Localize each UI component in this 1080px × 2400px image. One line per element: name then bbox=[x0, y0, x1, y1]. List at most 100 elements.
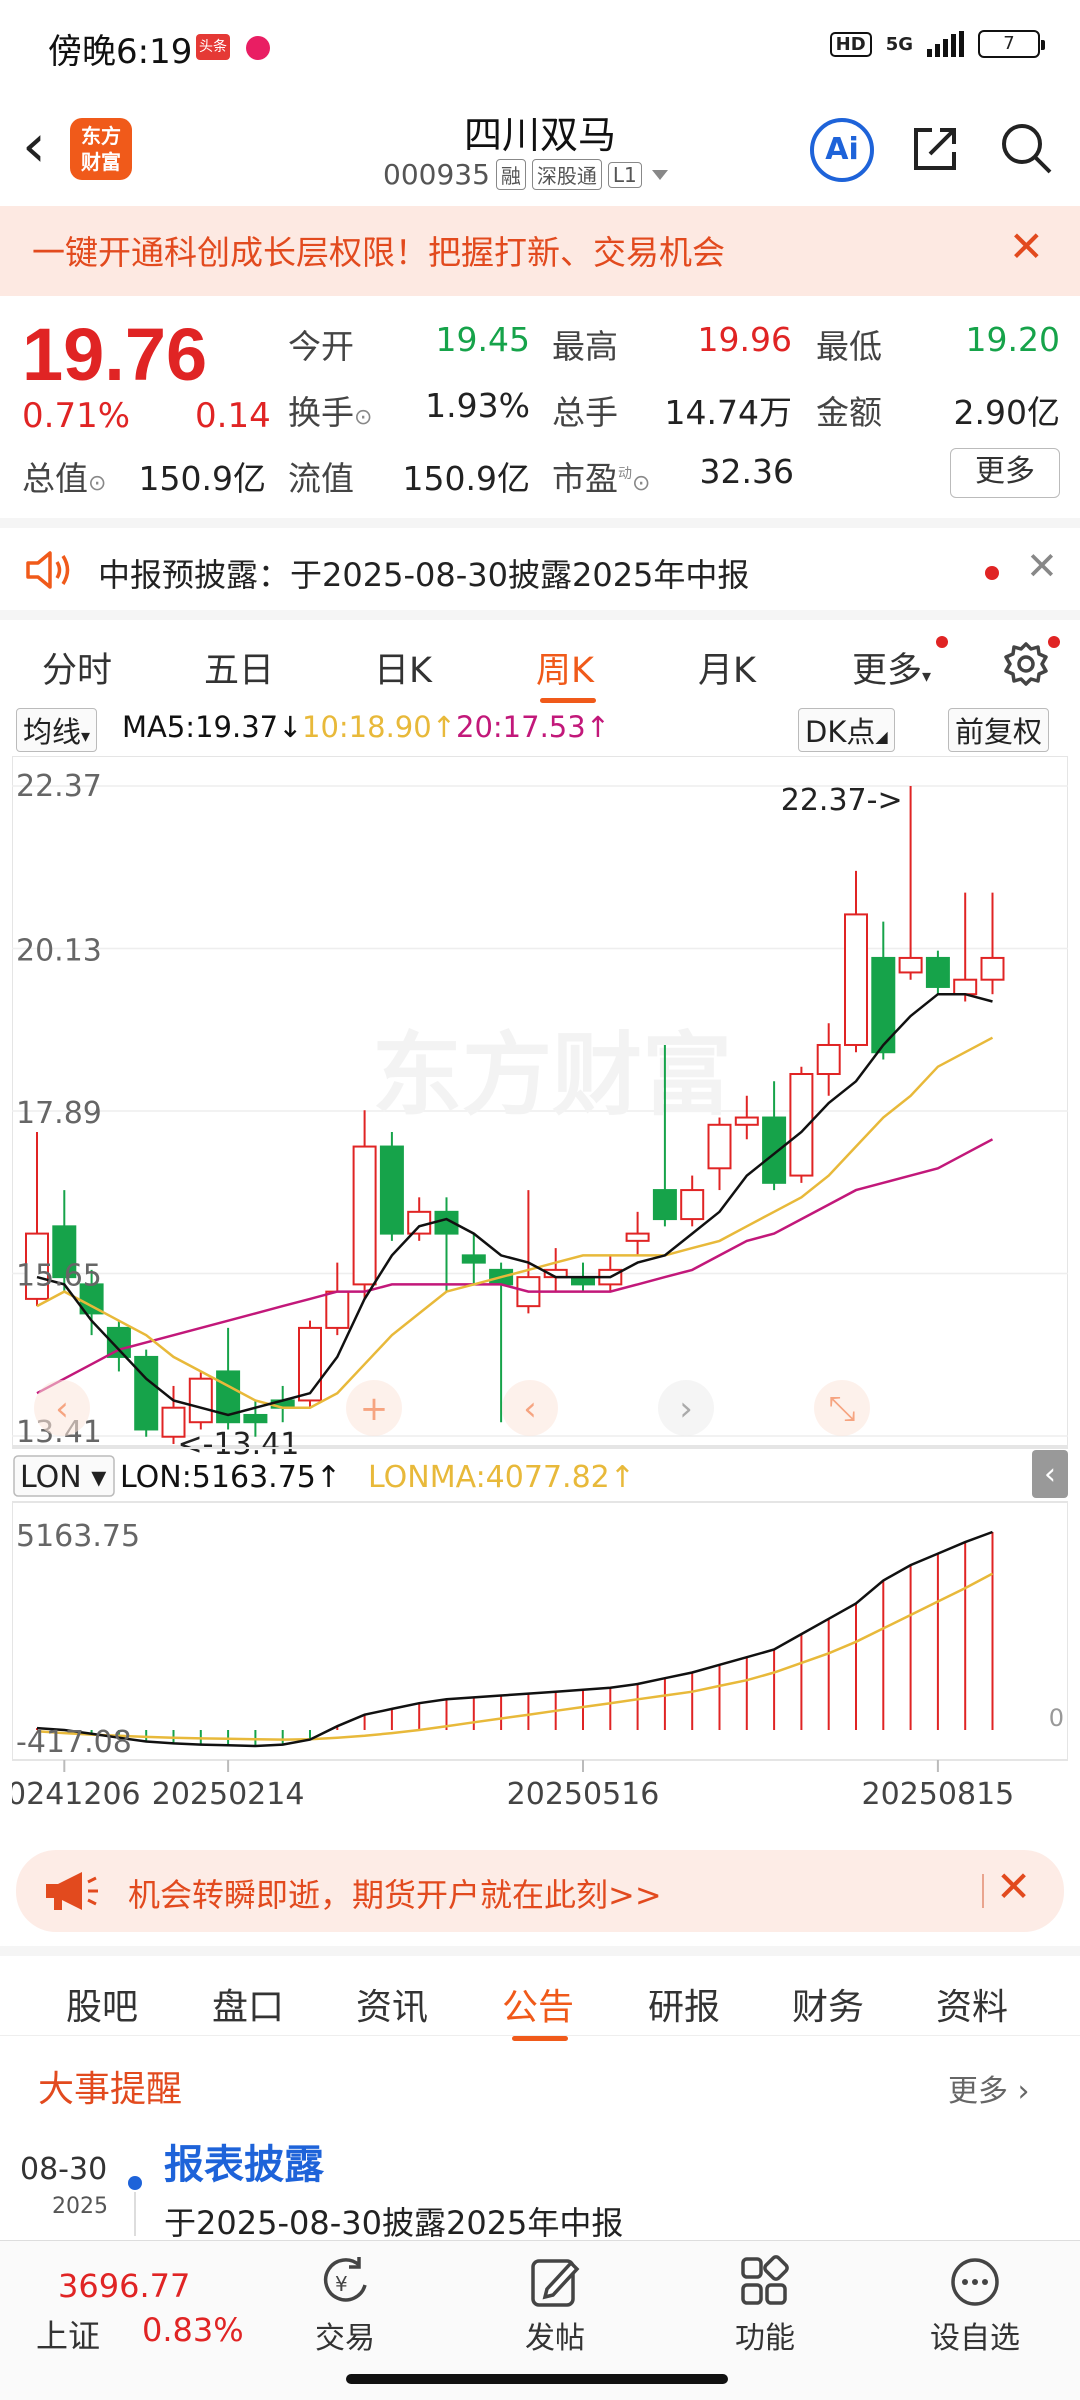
ma20-text: 20:17.53 bbox=[456, 710, 586, 744]
indicator-header: LON ▾ LON:5163.75↑ LONMA:4077.82↑ ‹ bbox=[12, 1447, 1068, 1498]
chart-control-glyph: ‹ bbox=[55, 1389, 69, 1429]
gear-icon[interactable] bbox=[1002, 640, 1050, 688]
label-pe[interactable]: 市盈动⊙ bbox=[552, 452, 650, 500]
price-axis-labels: 22.3720.1317.8915.6513.41 bbox=[16, 769, 102, 1450]
ma10-text: 10:18.90 bbox=[302, 710, 432, 744]
chart-control-glyph: › bbox=[679, 1389, 693, 1429]
tab-intraday[interactable]: 分时 bbox=[42, 642, 112, 693]
value-open: 19.45 bbox=[435, 320, 530, 359]
quote-more-button[interactable]: 更多 bbox=[950, 448, 1060, 498]
index-value[interactable]: 3696.77 bbox=[58, 2267, 190, 2305]
more-dots-icon bbox=[951, 2258, 999, 2306]
event-year: 2025 bbox=[52, 2194, 108, 2219]
indicator-axis-max: 5163.75 bbox=[16, 1519, 140, 1554]
date-axis: 20241206 20250214 20250516 20250815 bbox=[12, 1759, 1068, 1812]
timeline-line bbox=[134, 2192, 136, 2236]
value-amount: 2.90亿 bbox=[953, 393, 1060, 432]
events-more-link[interactable]: 更多 › bbox=[948, 2066, 1030, 2110]
tab-daily-k[interactable]: 日K bbox=[374, 642, 432, 693]
label-high: 最高 bbox=[552, 327, 618, 366]
label-turnover[interactable]: 换手⊙ bbox=[288, 386, 372, 434]
nav-post-label: 发帖 bbox=[525, 2321, 585, 2356]
close-icon[interactable]: ✕ bbox=[1009, 222, 1044, 271]
nav-post[interactable]: 发帖 bbox=[490, 2255, 620, 2357]
chart-control-button: ⤡ bbox=[814, 1380, 870, 1436]
lon-value-label: LON:5163.75↑ bbox=[120, 1460, 341, 1495]
event-title[interactable]: 报表披露 bbox=[164, 2132, 324, 2190]
candle-up bbox=[980, 956, 1005, 981]
candle-down bbox=[461, 1254, 486, 1264]
tab-orderbook[interactable]: 盘口 bbox=[212, 1978, 284, 2030]
close-icon[interactable]: ✕ bbox=[996, 1862, 1031, 1911]
promo-banner[interactable]: 一键开通科创成长层权限！把握打新、交易机会 ✕ bbox=[0, 206, 1080, 296]
chart-control-glyph: ‹ bbox=[523, 1389, 537, 1429]
kline-chart[interactable]: 东方财富 22.3720.1317.8915.6513.41 22.37-><-… bbox=[12, 756, 1068, 1836]
tab-research[interactable]: 研报 bbox=[648, 1978, 720, 2030]
events-more-label: 更多 bbox=[948, 2074, 1008, 2109]
stock-code-row[interactable]: 000935 融 深股通 L1 bbox=[383, 158, 668, 191]
tab-finance[interactable]: 财务 bbox=[792, 1978, 864, 2030]
adjust-selector[interactable]: 前复权 bbox=[948, 708, 1050, 752]
candle-up bbox=[680, 1189, 705, 1221]
tab-five-day[interactable]: 五日 bbox=[204, 642, 274, 693]
tab-news[interactable]: 资讯 bbox=[356, 1978, 428, 2030]
home-indicator[interactable] bbox=[346, 2374, 728, 2384]
share-icon[interactable] bbox=[908, 120, 964, 176]
close-icon[interactable]: ✕ bbox=[1026, 544, 1058, 588]
date-label: 20241206 bbox=[12, 1777, 141, 1812]
candle-up bbox=[407, 1210, 432, 1235]
index-name[interactable]: 上证 bbox=[36, 2311, 100, 2357]
tab-more[interactable]: 更多▾ bbox=[852, 642, 931, 693]
dropdown-arrow-icon bbox=[651, 169, 668, 180]
grid-icon bbox=[741, 2255, 789, 2305]
status-right: HD 5G 7 bbox=[829, 30, 1045, 58]
value-low: 19.20 bbox=[965, 320, 1060, 359]
nav-trade[interactable]: ¥ 交易 bbox=[280, 2255, 410, 2357]
lon-selector: LON ▾ bbox=[20, 1460, 106, 1495]
ai-assistant-button[interactable]: Ai bbox=[810, 118, 874, 182]
section-tabs: 股吧 盘口 资讯 公告 研报 财务 资料 bbox=[0, 1946, 1080, 2041]
dk-label: DK点 bbox=[805, 715, 876, 749]
quote-panel: 19.76 0.71% 0.14 今开 19.45 最高 19.96 最低 19… bbox=[0, 296, 1080, 516]
candle-up bbox=[352, 1145, 377, 1286]
ad-text: 机会转瞬即逝，期货开户就在此刻>> bbox=[128, 1876, 662, 1914]
label-market-cap[interactable]: 总值⊙ bbox=[22, 452, 106, 500]
date-label: 20250815 bbox=[862, 1777, 1015, 1812]
signal-icon bbox=[927, 31, 964, 57]
price-axis-label: 15.65 bbox=[16, 1259, 102, 1294]
label-amount: 金额 bbox=[816, 393, 882, 432]
search-icon[interactable] bbox=[998, 120, 1054, 176]
status-time: 傍晚6:19 bbox=[48, 32, 193, 72]
indicator-selector[interactable]: 均线▾ bbox=[16, 708, 98, 752]
hd-icon: HD bbox=[829, 31, 872, 57]
selector-label: 均线 bbox=[23, 715, 82, 749]
candle-up bbox=[298, 1326, 322, 1402]
event-date: 08-30 bbox=[20, 2152, 108, 2187]
nav-add-watchlist[interactable]: 设自选 bbox=[910, 2255, 1040, 2357]
tab-profile[interactable]: 资料 bbox=[936, 1978, 1008, 2030]
candle-up bbox=[625, 1232, 650, 1242]
label-float-cap: 流值 bbox=[288, 459, 354, 498]
svg-text:¥: ¥ bbox=[335, 2272, 348, 2296]
max-price-annotation: 22.37-> bbox=[781, 783, 903, 818]
nav-functions[interactable]: 功能 bbox=[700, 2255, 830, 2357]
chevron-right-icon: › bbox=[1017, 2074, 1030, 2109]
tab-weekly-k[interactable]: 周K bbox=[536, 642, 594, 693]
nav-trade-label: 交易 bbox=[315, 2321, 375, 2356]
ma20-label: 20:17.53↑ bbox=[456, 710, 611, 744]
indicator-layer: 5163.75 -417.08 0 bbox=[12, 1501, 1068, 1761]
change-amount: 0.14 bbox=[195, 396, 271, 436]
megaphone-icon bbox=[46, 1872, 98, 1910]
candle-up bbox=[953, 978, 978, 996]
candle-up bbox=[898, 956, 923, 974]
tab-forum[interactable]: 股吧 bbox=[66, 1978, 138, 2030]
futures-ad-banner[interactable]: 机会转瞬即逝，期货开户就在此刻>> ✕ bbox=[16, 1850, 1064, 1932]
value-volume: 14.74万 bbox=[664, 393, 792, 432]
value-pe: 32.36 bbox=[699, 452, 794, 491]
tab-announcements[interactable]: 公告 bbox=[502, 1978, 574, 2030]
tab-monthly-k[interactable]: 月K bbox=[698, 642, 756, 693]
dk-point-selector[interactable]: DK点◢ bbox=[798, 708, 895, 752]
market-cap-label-text: 总值 bbox=[22, 459, 88, 498]
disclosure-notice[interactable]: 中报预披露：于2025-08-30披露2025年中报 ✕ bbox=[0, 518, 1080, 610]
ma-legend-row: 均线▾ MA5:19.37↓ 10:18.90↑ 20:17.53↑ DK点◢ … bbox=[0, 702, 1080, 754]
